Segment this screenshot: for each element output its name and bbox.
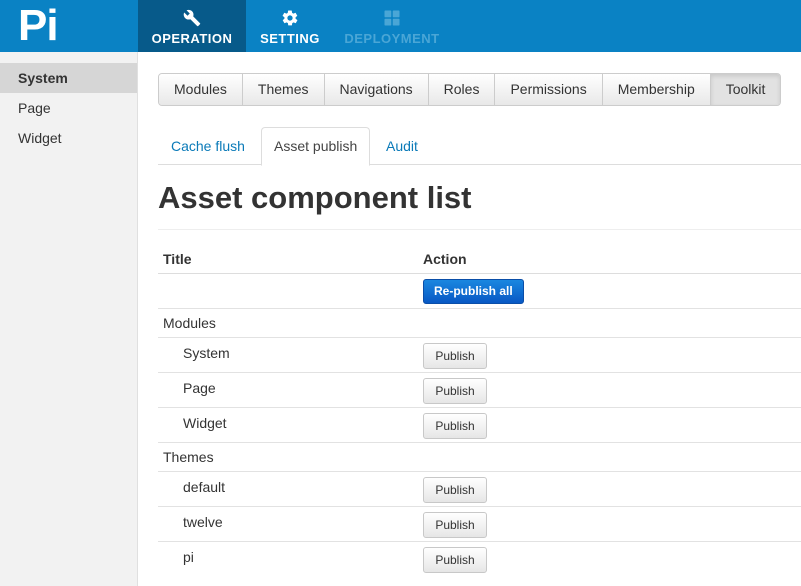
page-title: Asset component list	[158, 180, 472, 215]
sidebar-item-page[interactable]: Page	[0, 93, 137, 123]
nav-operation-label: OPERATION	[151, 31, 233, 46]
publish-button[interactable]: Publish	[423, 343, 487, 369]
table-row: pi Publish	[158, 542, 801, 577]
group-label: Modules	[163, 315, 216, 331]
column-header-action: Action	[423, 251, 467, 267]
asset-name: System	[183, 345, 230, 361]
table-header-row: Title Action	[158, 242, 801, 274]
roles-button[interactable]: Roles	[428, 74, 496, 105]
publish-button[interactable]: Publish	[423, 477, 487, 503]
nav-setting[interactable]: SETTING	[246, 0, 334, 52]
app-logo[interactable]: Pi	[0, 0, 138, 52]
table-row: Re-publish all	[158, 274, 801, 309]
navigations-button[interactable]: Navigations	[324, 74, 429, 105]
sidebar-item-widget[interactable]: Widget	[0, 123, 137, 153]
nav-operation[interactable]: OPERATION	[138, 0, 246, 52]
asset-name: Widget	[183, 415, 227, 431]
main-nav: OPERATION SETTING DEPLOYMENT	[138, 0, 450, 52]
themes-button[interactable]: Themes	[242, 74, 325, 105]
sidebar-item-system[interactable]: System	[0, 63, 137, 93]
membership-button[interactable]: Membership	[602, 74, 711, 105]
section-button-group: Modules Themes Navigations Roles Permiss…	[158, 73, 782, 106]
asset-name: default	[183, 479, 226, 495]
table-row: Page Publish	[158, 373, 801, 408]
top-bar: Pi OPERATION SETTING DEPLOYMENT	[0, 0, 801, 52]
group-label: Themes	[163, 449, 214, 465]
publish-button[interactable]: Publish	[423, 547, 487, 573]
publish-button[interactable]: Publish	[423, 413, 487, 439]
toolkit-button[interactable]: Toolkit	[710, 74, 781, 105]
nav-setting-label: SETTING	[260, 31, 320, 46]
sidebar: System Page Widget	[0, 52, 138, 586]
asset-table: Title Action Re-publish all Modules Syst…	[158, 242, 801, 577]
modules-button[interactable]: Modules	[159, 74, 243, 105]
nav-deployment-label: DEPLOYMENT	[344, 31, 440, 46]
tab-bar: Cache flush Asset publish Audit	[158, 127, 801, 166]
group-row-themes: Themes	[158, 443, 801, 472]
gear-icon	[280, 8, 300, 28]
nav-deployment[interactable]: DEPLOYMENT	[334, 0, 450, 52]
permissions-button[interactable]: Permissions	[495, 74, 603, 105]
tab-audit[interactable]: Audit	[386, 127, 418, 165]
title-divider	[158, 229, 801, 230]
tab-asset-publish[interactable]: Asset publish	[261, 127, 371, 166]
table-row: System Publish	[158, 338, 801, 373]
asset-name: Page	[183, 380, 216, 396]
table-row: twelve Publish	[158, 507, 801, 542]
publish-button[interactable]: Publish	[423, 512, 487, 538]
table-row: default Publish	[158, 472, 801, 507]
column-header-title: Title	[163, 251, 192, 267]
grid-icon	[382, 8, 402, 28]
republish-all-button[interactable]: Re-publish all	[423, 279, 524, 304]
table-row: Widget Publish	[158, 408, 801, 443]
publish-button[interactable]: Publish	[423, 378, 487, 404]
asset-name: twelve	[183, 514, 223, 530]
tab-cache-flush[interactable]: Cache flush	[171, 127, 245, 165]
group-row-modules: Modules	[158, 309, 801, 338]
wrench-icon	[182, 8, 202, 28]
asset-name: pi	[183, 549, 194, 565]
